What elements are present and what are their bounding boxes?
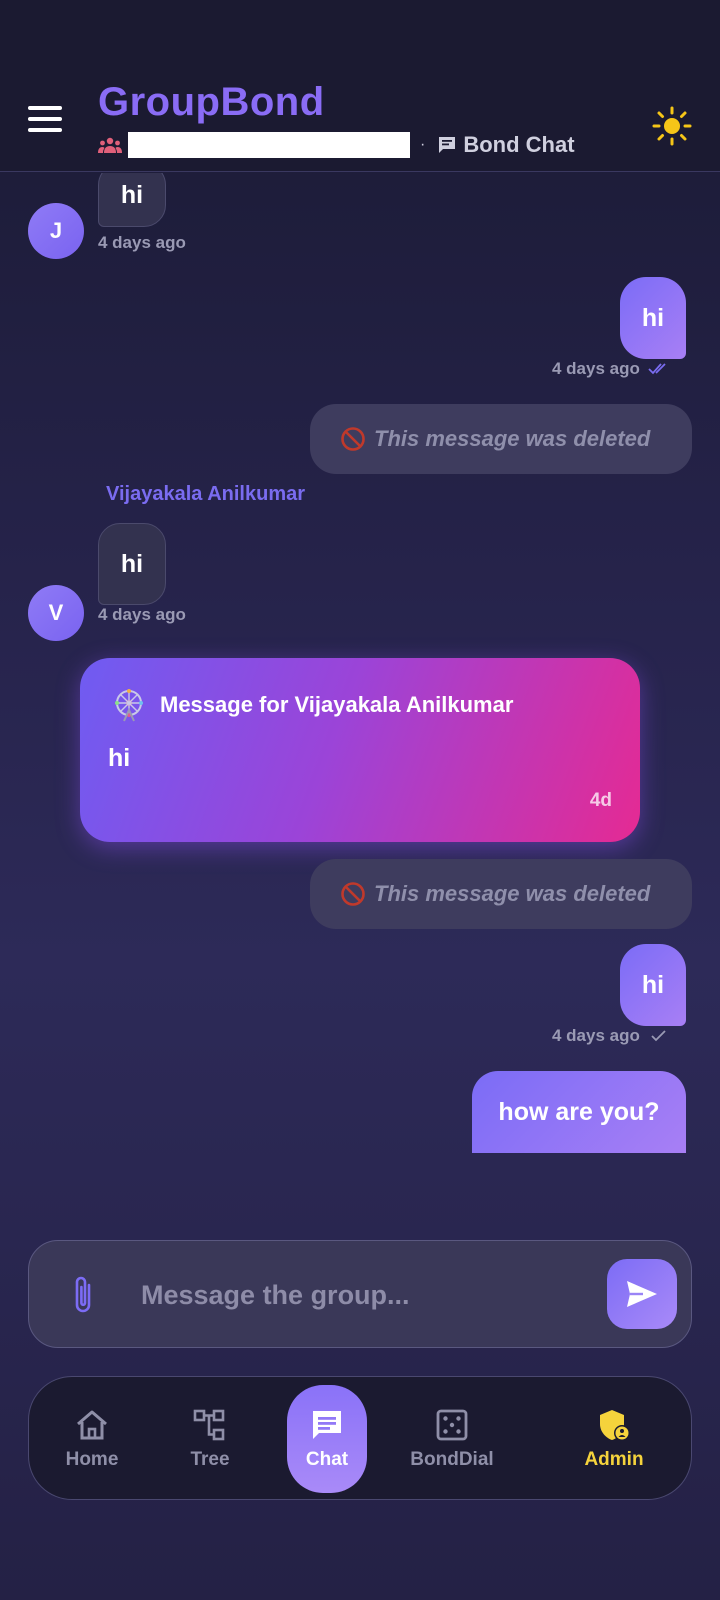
group-name [128, 132, 410, 158]
deleted-message-text: This message was deleted [374, 426, 651, 451]
home-icon [77, 1410, 107, 1440]
incoming-message-bubble[interactable]: hi [98, 523, 166, 605]
outgoing-message-bubble[interactable]: hi [620, 944, 686, 1026]
deleted-message-text: This message was deleted [374, 881, 651, 906]
ban-icon [341, 882, 365, 906]
sun-icon [652, 106, 692, 146]
special-message-card[interactable]: Message for Vijayakala Anilkumar hi 4d [80, 658, 640, 842]
single-check-icon [651, 1030, 666, 1042]
outgoing-message-bubble[interactable]: how are you? [472, 1071, 686, 1153]
chat-bubble-icon [439, 137, 456, 153]
nav-chat[interactable]: Chat [287, 1385, 367, 1493]
deleted-message: This message was deleted [310, 404, 692, 474]
nav-tree[interactable]: Tree [165, 1385, 255, 1493]
app-header: GroupBond · Bond Chat [0, 0, 720, 172]
card-header: Message for Vijayakala Anilkumar [112, 688, 513, 722]
paperclip-icon [75, 1276, 91, 1313]
header-subtitle: · Bond Chat [98, 130, 575, 160]
message-time: 4 days ago [552, 359, 640, 378]
message-time: 4 days ago [98, 605, 186, 624]
message-composer [28, 1240, 692, 1348]
attach-button[interactable] [69, 1273, 99, 1317]
section-label: Bond Chat [463, 132, 575, 157]
sender-name[interactable]: Vijayakala Anilkumar [106, 483, 305, 506]
avatar[interactable]: V [28, 585, 84, 641]
dice-icon [436, 1409, 468, 1441]
nav-label: BondDial [410, 1449, 494, 1470]
nav-label: Admin [584, 1449, 644, 1470]
card-title: Message for Vijayakala Anilkumar [160, 692, 514, 717]
message-meta: 4 days ago [552, 359, 670, 379]
ferris-wheel-icon [115, 689, 143, 722]
tree-icon [193, 1409, 225, 1441]
nav-admin[interactable]: Admin [569, 1385, 659, 1493]
outgoing-message-bubble[interactable]: hi [620, 277, 686, 359]
message-time: 4 days ago [98, 233, 186, 252]
nav-label: Chat [305, 1449, 349, 1470]
nav-bonddial[interactable]: BondDial [407, 1385, 497, 1493]
card-time: 4d [589, 790, 612, 811]
ban-icon [341, 427, 365, 451]
deleted-message: This message was deleted [310, 859, 692, 929]
separator-dot: · [420, 136, 426, 153]
card-message-text: hi [108, 744, 131, 772]
chat-icon [313, 1411, 341, 1439]
send-icon [627, 1281, 657, 1307]
nav-home[interactable]: Home [47, 1385, 137, 1493]
message-feed[interactable]: hi J 4 days ago hi 4 days ago This messa… [0, 173, 720, 1173]
bottom-navigation: Home Tree Chat BondDial Admin [28, 1376, 692, 1500]
admin-shield-icon [600, 1410, 630, 1441]
message-input[interactable] [141, 1267, 581, 1323]
send-button[interactable] [607, 1259, 677, 1329]
avatar[interactable]: J [28, 203, 84, 259]
nav-label: Home [65, 1449, 119, 1470]
theme-toggle-button[interactable] [652, 106, 692, 146]
nav-label: Tree [190, 1449, 230, 1470]
app-title: GroupBond [98, 80, 325, 124]
message-meta: 4 days ago [552, 1026, 670, 1046]
double-check-icon [648, 363, 666, 375]
group-icon [98, 137, 122, 153]
menu-button[interactable] [28, 106, 68, 140]
message-time: 4 days ago [552, 1026, 640, 1045]
incoming-message-bubble[interactable]: hi [98, 173, 166, 227]
